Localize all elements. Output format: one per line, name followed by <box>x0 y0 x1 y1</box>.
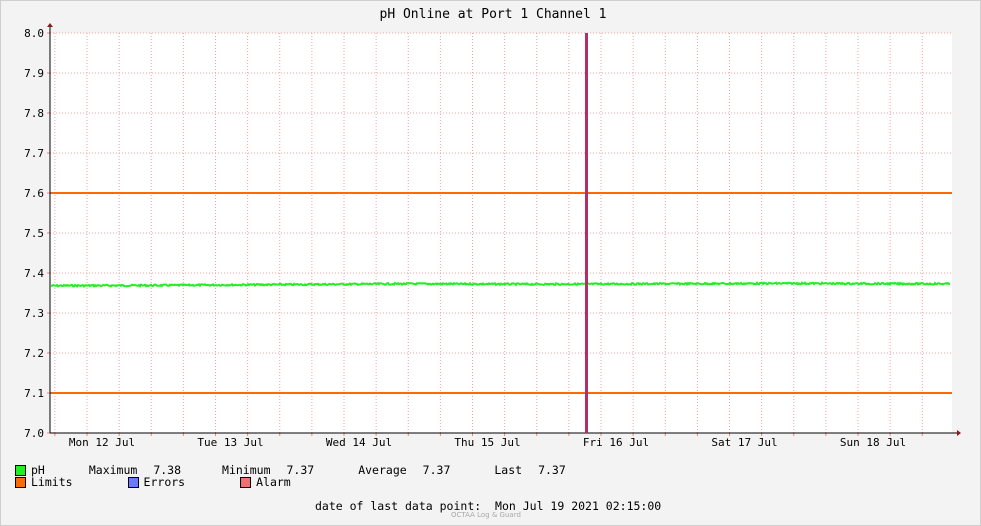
x-tick-labels: Mon 12 Jul Tue 13 Jul Wed 14 Jul Thu 15 Jul… <box>69 436 906 449</box>
y-tick-label: 7.6 <box>24 187 44 200</box>
y-tick-label: 7.5 <box>24 227 44 240</box>
chart-title: pH Online at Port 1 Channel 1 <box>380 7 607 22</box>
y-tick-label: 7.3 <box>24 307 44 320</box>
x-tick-label: Wed 14 Jul <box>326 436 392 449</box>
legend-last-label: Last <box>494 463 523 477</box>
y-tick-label: 7.9 <box>24 67 44 80</box>
alarm-swatch-icon <box>240 476 252 488</box>
x-tick-label: Tue 13 Jul <box>197 436 263 449</box>
legend-alarm-label: Alarm <box>256 475 291 489</box>
y-tick-label: 8.0 <box>24 27 44 40</box>
y-tick-label: 7.1 <box>24 387 44 400</box>
x-axis-arrow-icon <box>957 430 961 436</box>
y-tick-label: 7.2 <box>24 347 44 360</box>
x-tick-label: Thu 15 Jul <box>454 436 520 449</box>
legend-avg-value: 7.37 <box>422 463 451 477</box>
legend-last-value: 7.37 <box>538 463 566 477</box>
y-tick-labels: 7.0 7.1 7.2 7.3 7.4 7.5 7.6 7.7 7.8 7.9 8.0 <box>24 27 44 440</box>
ph-chart: 7.0 7.1 7.2 7.3 7.4 7.5 7.6 7.7 7.8 7.9 8.0 Mon 12… <box>24 7 961 449</box>
legend-errors-label: Errors <box>143 475 186 489</box>
y-axis-arrow-icon <box>47 23 53 27</box>
x-tick-label: Mon 12 Jul <box>69 436 135 449</box>
limits-swatch-icon <box>15 476 26 488</box>
y-tick-label: 7.0 <box>24 427 44 440</box>
x-tick-label: Fri 16 Jul <box>583 436 649 449</box>
x-tick-label: Sat 17 Jul <box>711 436 777 449</box>
x-tick-label: Sun 18 Jul <box>840 436 906 449</box>
y-tick-label: 7.7 <box>24 147 44 160</box>
ph-swatch-icon <box>15 464 26 476</box>
errors-swatch-icon <box>127 476 139 488</box>
watermark: OCTAA Log & Guard <box>451 511 521 519</box>
y-tick-label: 7.4 <box>24 267 44 280</box>
legend-avg-label: Average <box>358 463 407 477</box>
y-tick-label: 7.8 <box>24 107 44 120</box>
legend-limits-label: Limits <box>31 475 73 489</box>
legend-status-row: Limits Errors Alarm <box>15 475 291 489</box>
